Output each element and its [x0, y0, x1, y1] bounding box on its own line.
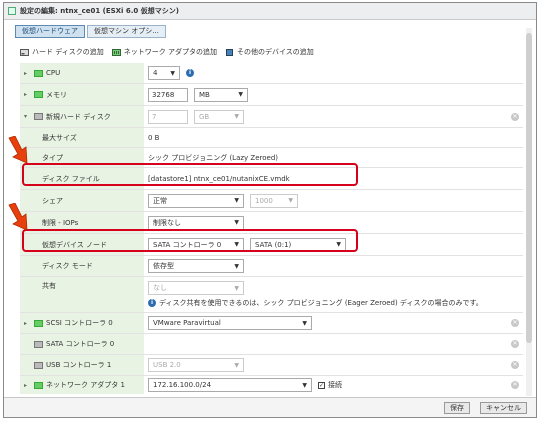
max-size-label: 最大サイズ: [20, 128, 144, 147]
tab-virtual-hardware[interactable]: 仮想ハードウェア: [15, 25, 85, 38]
cpu-row: ▸ CPU 4 ▼ i: [20, 63, 523, 84]
max-size-row: 最大サイズ 0 B: [20, 128, 523, 148]
remove-device-icon[interactable]: ✕: [511, 381, 519, 389]
sata-controller-icon: [34, 340, 43, 348]
tab-bar: 仮想ハードウェア 仮想マシン オプシ...: [15, 25, 168, 38]
limit-iops-select[interactable]: 制限なし ▼: [148, 215, 244, 230]
add-other-device-label: その他のデバイスの追加: [236, 48, 314, 56]
expand-caret-icon[interactable]: ▸: [24, 70, 34, 77]
connect-checkbox[interactable]: ✓: [318, 381, 325, 389]
remove-device-icon[interactable]: ✕: [511, 361, 519, 369]
usb-controller-icon: [34, 361, 43, 369]
expand-caret-icon[interactable]: ▸: [24, 91, 34, 98]
add-other-device-button[interactable]: その他のデバイスの追加: [225, 47, 314, 57]
network-adapter-icon: [111, 48, 121, 56]
disk-mode-label: ディスク モード: [20, 256, 144, 276]
memory-label: メモリ: [46, 90, 67, 99]
cpu-select[interactable]: 4 ▼: [148, 66, 180, 80]
hard-disk-icon: [34, 113, 43, 120]
add-device-toolbar: ハード ディスクの追加 ネットワーク アダプタの追加 その他のデバイスの追加: [20, 47, 322, 57]
max-size-value: 0 B: [148, 133, 160, 142]
collapse-caret-icon[interactable]: ▾: [24, 113, 34, 120]
edit-settings-dialog: 設定の編集: ntnx_ce01 (ESXi 6.0 仮想マシン) 仮想ハードウ…: [3, 2, 537, 418]
new-hard-disk-row: ▾ 新規ハード ディスク 7 GB ▼ ✕: [20, 106, 523, 128]
pointer-arrow-icon: [8, 136, 28, 164]
add-network-adapter-button[interactable]: ネットワーク アダプタの追加: [111, 47, 217, 57]
network-select[interactable]: 172.16.100.0/24 ▼: [148, 378, 312, 392]
usb-type-select[interactable]: USB 2.0 ▼: [148, 358, 244, 372]
share-value-select[interactable]: 1000 ▼: [250, 193, 298, 208]
scsi-controller-row: ▸ SCSI コントローラ 0 VMware Paravirtual ▼ ✕: [20, 313, 523, 334]
sharing-info: i ディスク共有を使用できるのは、シック プロビジョニング (Eager Zer…: [148, 298, 483, 308]
info-icon[interactable]: i: [186, 69, 194, 77]
remove-device-icon[interactable]: ✕: [511, 340, 519, 348]
remove-device-icon[interactable]: ✕: [511, 112, 519, 121]
memory-input[interactable]: 32768: [148, 87, 188, 102]
cpu-icon: [34, 69, 43, 77]
scsi-controller-icon: [34, 319, 43, 327]
scrollbar-thumb[interactable]: [526, 33, 532, 343]
disk-size-input[interactable]: 7: [148, 109, 188, 124]
sata-label-cell: SATA コントローラ 0: [20, 334, 144, 354]
memory-row: ▸ メモリ 32768 MB ▼: [20, 84, 523, 106]
disk-mode-row: ディスク モード 依存型 ▼: [20, 256, 523, 277]
disk-size-unit-select[interactable]: GB ▼: [194, 109, 244, 124]
sharing-label: 共有: [20, 277, 144, 312]
disk-mode-select[interactable]: 依存型 ▼: [148, 259, 244, 273]
sharing-row: 共有 なし ▼ i ディスク共有を使用できるのは、シック プロビジョニング (Ea…: [20, 277, 523, 313]
cpu-label: CPU: [46, 69, 61, 77]
expand-caret-icon[interactable]: ▸: [24, 320, 34, 327]
dialog-title: 設定の編集: ntnx_ce01 (ESXi 6.0 仮想マシン): [20, 7, 179, 15]
dialog-footer: 保存 キャンセル: [4, 397, 536, 417]
other-device-icon: [225, 48, 233, 56]
sata-controller-row: SATA コントローラ 0 ✕: [20, 334, 523, 355]
vertical-scrollbar[interactable]: [526, 28, 532, 396]
usb-label-cell: USB コントローラ 1: [20, 355, 144, 375]
expand-caret-icon[interactable]: ▸: [24, 382, 34, 389]
sata-label: SATA コントローラ 0: [46, 340, 115, 348]
scsi-type-select[interactable]: VMware Paravirtual ▼: [148, 316, 312, 330]
info-icon: i: [148, 299, 156, 307]
cpu-label-cell[interactable]: ▸ CPU: [20, 63, 144, 83]
cancel-button[interactable]: キャンセル: [480, 402, 527, 414]
usb-controller-row: USB コントローラ 1 USB 2.0 ▼ ✕: [20, 355, 523, 376]
hard-disk-icon: [20, 48, 29, 56]
share-row: シェア 正常 ▼ 1000 ▼: [20, 190, 523, 212]
pointer-arrow-icon: [8, 203, 28, 231]
share-select[interactable]: 正常 ▼: [148, 193, 244, 208]
memory-icon: [34, 91, 43, 98]
sharing-info-text: ディスク共有を使用できるのは、シック プロビジョニング (Eager Zeroe…: [159, 299, 483, 307]
share-label: シェア: [20, 190, 144, 211]
nic-label: ネットワーク アダプタ 1: [46, 381, 125, 389]
new-hard-disk-label-cell[interactable]: ▾ 新規ハード ディスク: [20, 106, 144, 127]
save-button[interactable]: 保存: [444, 402, 470, 414]
nic-label-cell[interactable]: ▸ ネットワーク アダプタ 1: [20, 376, 144, 394]
add-hard-disk-button[interactable]: ハード ディスクの追加: [20, 47, 104, 57]
connect-label: 接続: [328, 381, 342, 389]
scsi-label: SCSI コントローラ 0: [46, 319, 113, 327]
memory-unit-select[interactable]: MB ▼: [194, 87, 248, 102]
tab-vm-options[interactable]: 仮想マシン オプシ...: [87, 25, 166, 38]
network-adapter-row: ▸ ネットワーク アダプタ 1 172.16.100.0/24 ▼ ✓ 接続 ✕: [20, 376, 523, 394]
dialog-titlebar: 設定の編集: ntnx_ce01 (ESXi 6.0 仮想マシン): [4, 3, 536, 20]
remove-device-icon[interactable]: ✕: [511, 319, 519, 327]
vm-icon: [8, 7, 16, 15]
device-node-highlight: [22, 229, 358, 252]
scsi-label-cell[interactable]: ▸ SCSI コントローラ 0: [20, 313, 144, 333]
add-network-adapter-label: ネットワーク アダプタの追加: [123, 48, 217, 56]
memory-label-cell[interactable]: ▸ メモリ: [20, 84, 144, 105]
sharing-select[interactable]: なし ▼: [148, 281, 244, 295]
usb-label: USB コントローラ 1: [46, 361, 112, 369]
new-hard-disk-label: 新規ハード ディスク: [46, 112, 111, 121]
disk-file-highlight: [22, 163, 358, 186]
add-hard-disk-label: ハード ディスクの追加: [32, 48, 104, 56]
network-adapter-icon: [34, 381, 43, 389]
